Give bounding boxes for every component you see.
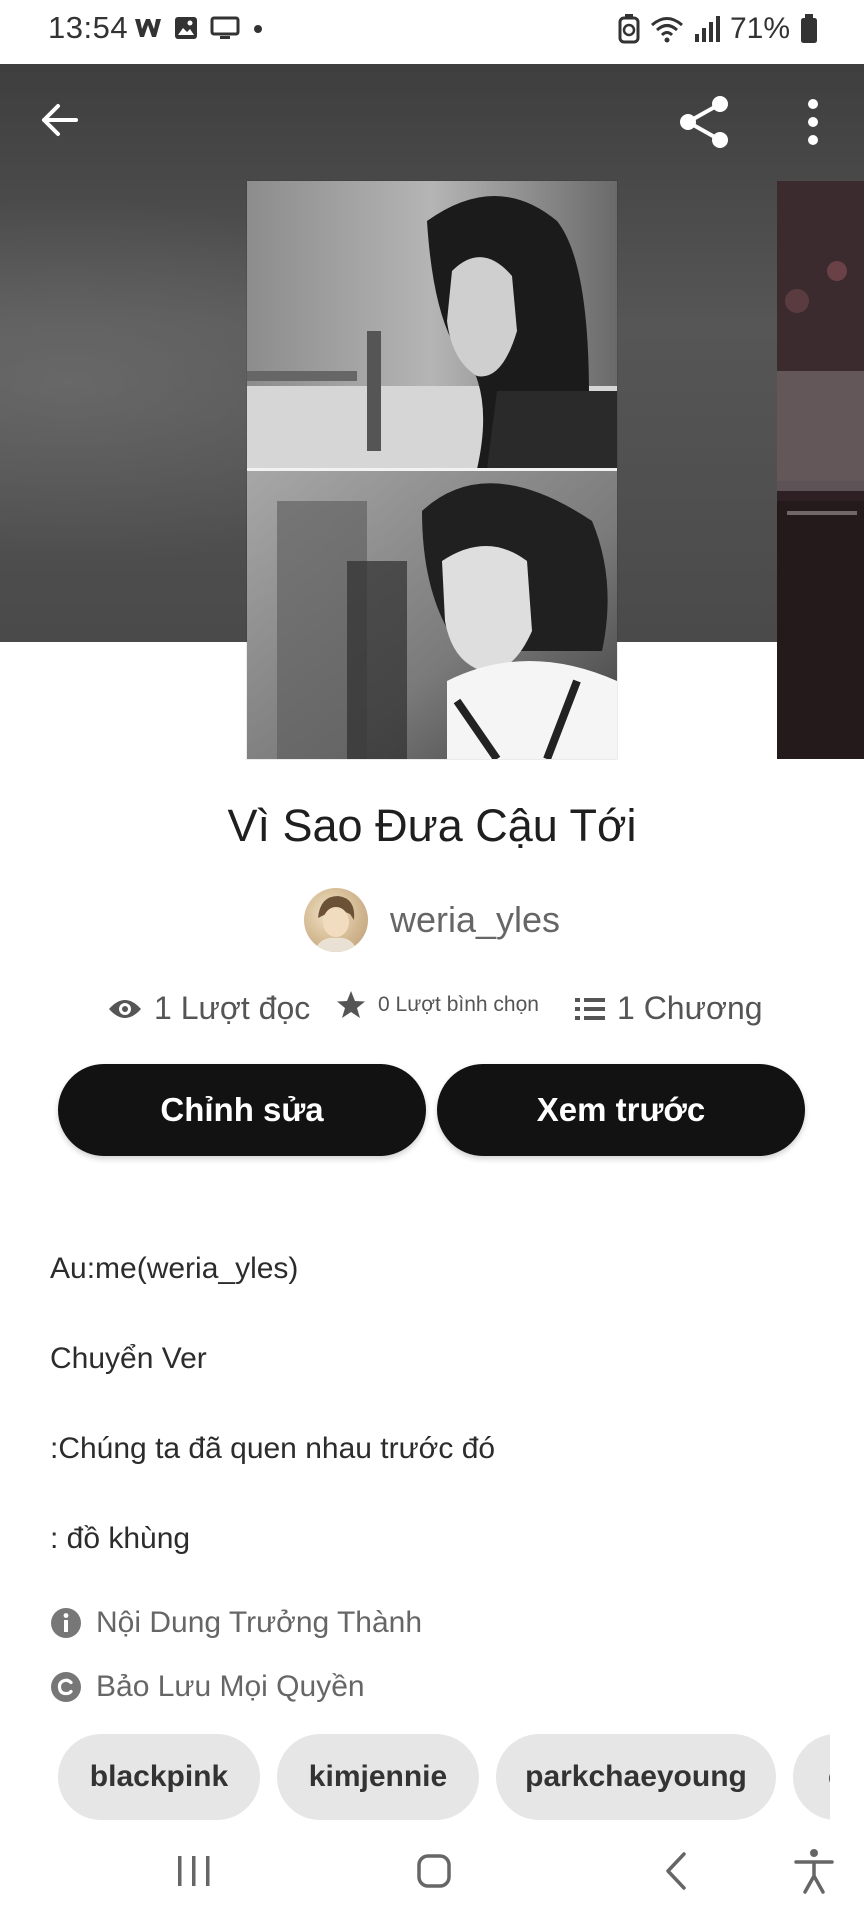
signal-icon [694,16,720,42]
description-line: : đồ khùng [50,1522,191,1555]
star-icon [337,991,365,1018]
back-icon[interactable] [650,1846,706,1896]
arrow-left-icon[interactable] [36,96,84,144]
story-title: Vì Sao Đưa Cậu Tới [227,800,637,851]
tag-chip[interactable]: kimjennie [277,1734,479,1820]
battery-saver-icon [618,14,640,44]
mature-content-row: Nội Dung Trưởng Thành [50,1606,422,1640]
dot-icon [254,25,262,33]
votes-stat: 0 Lượt bình chọn [336,990,539,1020]
author-name[interactable]: weria_yles [390,899,560,941]
copyright-icon [51,1672,81,1702]
avatar[interactable] [303,888,368,952]
parts-stat: 1 Chương [575,990,763,1027]
system-navigation-bar [0,1822,864,1920]
tag-list[interactable]: blackpink kimjennie parkchaeyoung chaenn… [0,1734,830,1822]
next-story-cover[interactable] [777,181,864,759]
copyright-row: Bảo Lưu Mọi Quyền [50,1670,365,1704]
wattpad-w-icon [135,19,161,37]
description-line: Chuyển Ver [50,1342,207,1375]
system-status: 71% [618,12,818,46]
tag-chip[interactable]: blackpink [58,1734,260,1820]
votes-count: 0 Lượt bình chọn [378,993,539,1016]
description-line: Au:me(weria_yles) [50,1252,299,1285]
description-line: :Chúng ta đã quen nhau trước đó [50,1432,496,1465]
story-stats: 1 Lượt đọc 0 Lượt bình chọn 1 Chương [0,990,864,1034]
cast-screen-icon [210,16,240,39]
cover-photo [247,181,617,759]
reads-count: 1 Lượt đọc [154,990,311,1026]
preview-button[interactable]: Xem trước [437,1064,805,1156]
story-cover[interactable] [247,181,617,759]
accessibility-icon[interactable] [786,1846,842,1896]
battery-icon [801,14,817,43]
tag-chip[interactable]: chaennie [793,1734,830,1820]
gallery-icon [175,17,197,39]
copyright-label: Bảo Lưu Mọi Quyền [96,1670,365,1703]
recent-apps-icon[interactable] [166,1846,222,1896]
status-bar: 13:54 71% [0,0,864,64]
info-icon [51,1608,81,1638]
battery-percentage: 71% [729,12,790,45]
mature-content-label: Nội Dung Trưởng Thành [96,1606,423,1639]
status-time: 13:54 [48,10,129,45]
parts-count: 1 Chương [617,990,763,1026]
edit-button[interactable]: Chỉnh sửa [58,1064,426,1156]
home-icon[interactable] [406,1846,462,1896]
share-icon[interactable] [676,94,732,150]
more-vertical-icon[interactable] [790,96,836,148]
eye-icon [109,999,141,1018]
list-icon [575,997,605,1020]
next-cover-photo [777,181,864,759]
reads-stat: 1 Lượt đọc [108,990,310,1027]
avatar-photo [313,896,358,952]
tag-chip[interactable]: parkchaeyoung [496,1734,776,1820]
author-row[interactable]: weria_yles [0,888,864,952]
notification-icons [134,16,264,40]
wifi-icon [650,17,683,43]
